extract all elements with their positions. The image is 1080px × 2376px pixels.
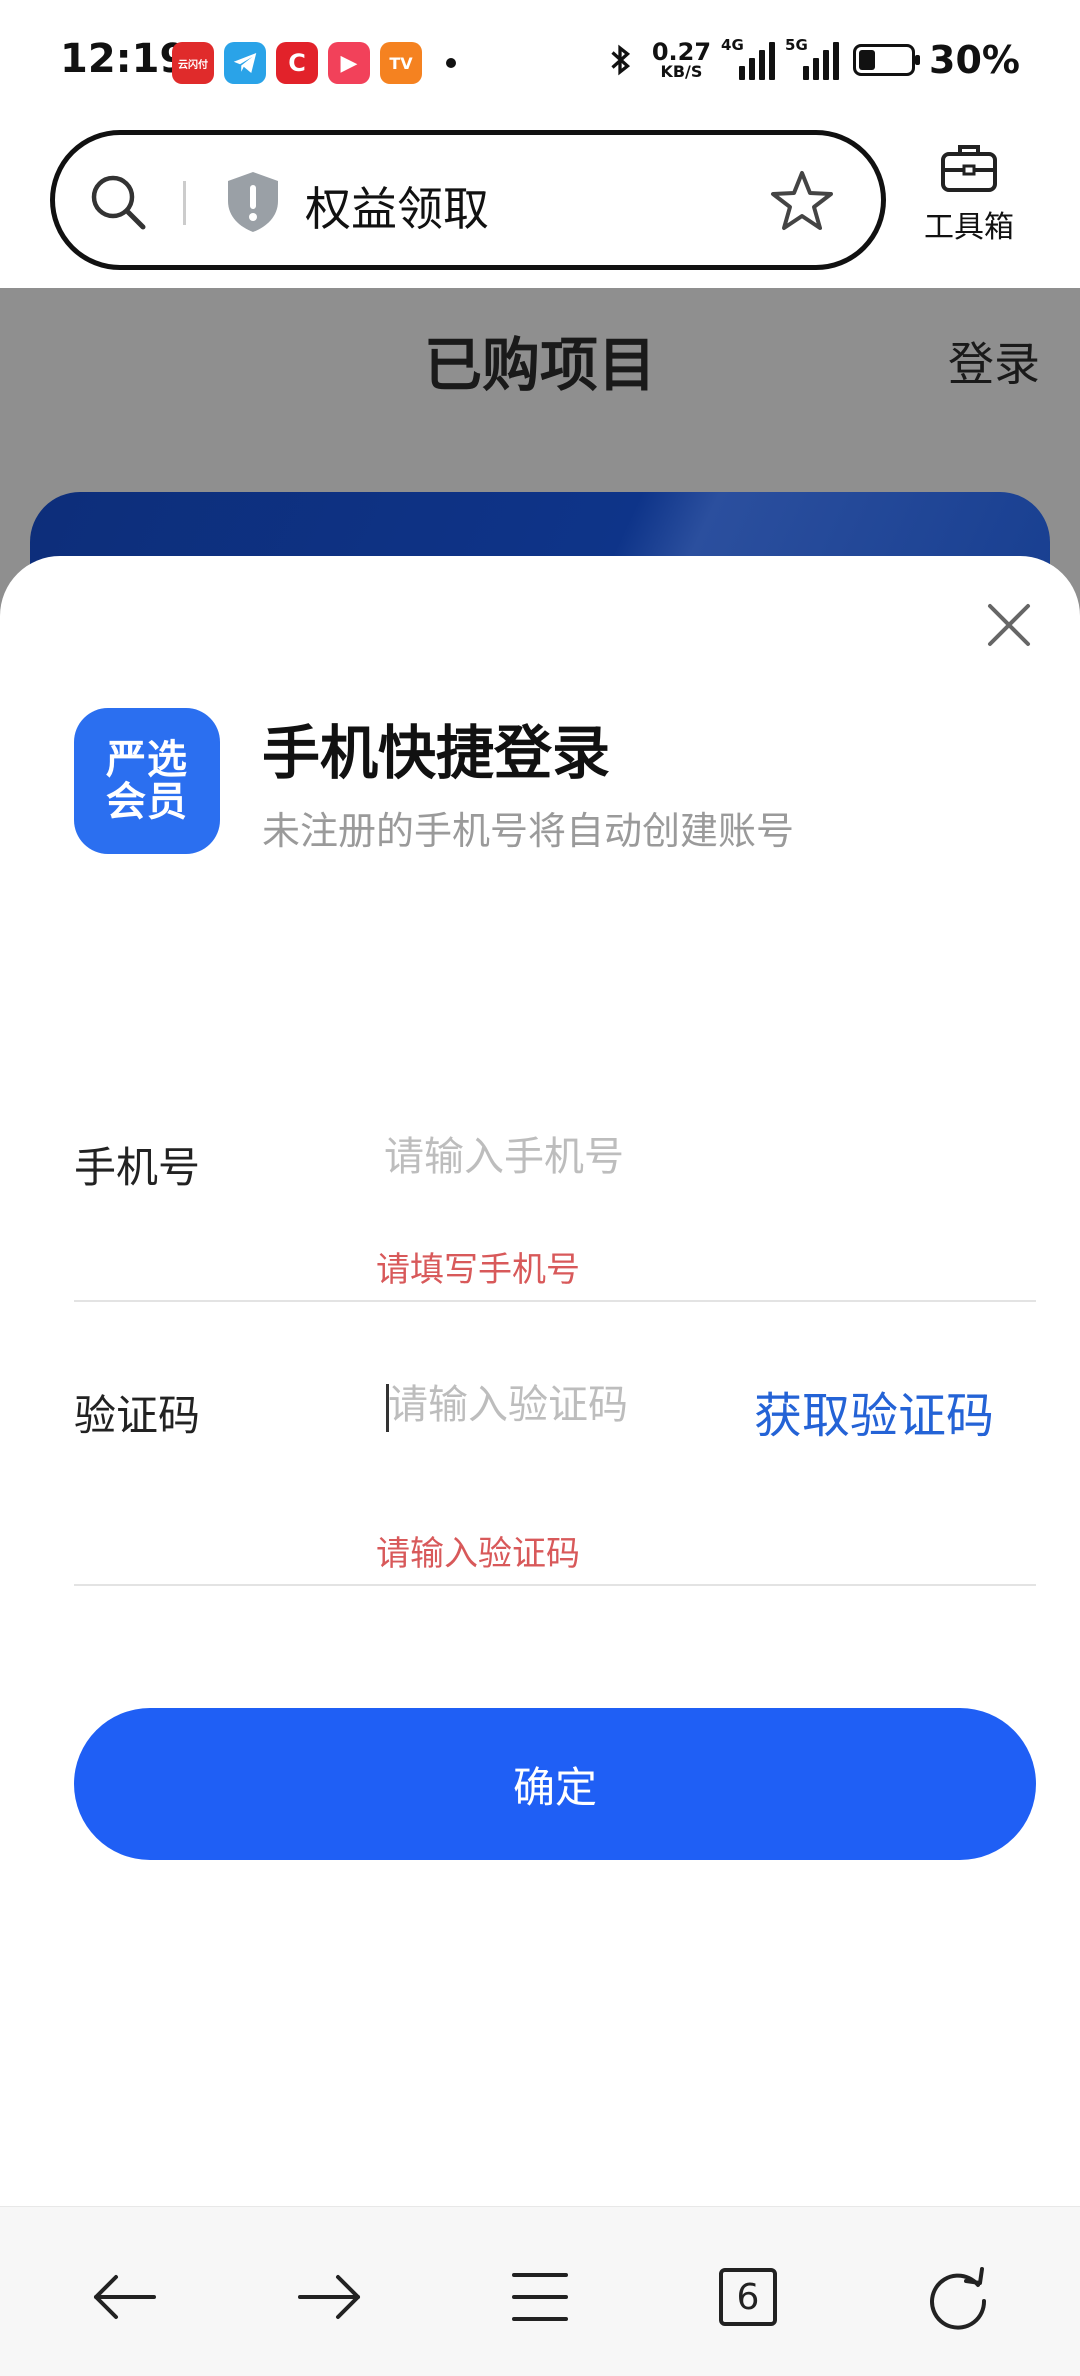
menu-button[interactable] <box>500 2257 580 2337</box>
notification-icons: 云闪付 C ▶ TV <box>172 42 456 84</box>
confirm-button[interactable]: 确定 <box>74 1708 1036 1860</box>
code-error: 请输入验证码 <box>376 1534 580 1574</box>
signal-4g-icon: 4G <box>721 36 776 80</box>
mgtv-app-icon-label: TV <box>389 53 413 73</box>
close-icon[interactable] <box>984 600 1034 650</box>
refresh-button[interactable] <box>918 2257 998 2337</box>
page-login-link[interactable]: 登录 <box>948 328 1040 394</box>
url-divider <box>183 181 186 225</box>
network-speed-unit: KB/S <box>660 62 703 81</box>
code-input[interactable] <box>388 1382 728 1428</box>
status-indicators: 0.27 KB/S 4G 5G 30% <box>602 36 1020 82</box>
code-label: 验证码 <box>74 1391 201 1440</box>
toolbox-label: 工具箱 <box>924 210 1014 245</box>
star-bookmark-icon[interactable] <box>767 167 837 237</box>
menu-icon <box>512 2273 568 2321</box>
shield-warning-icon[interactable] <box>223 169 283 235</box>
search-icon[interactable] <box>87 171 149 233</box>
signal-4g-label: 4G <box>721 36 744 54</box>
toolbox-button[interactable]: 工具箱 <box>914 142 1024 262</box>
c-app-icon: C <box>276 42 318 84</box>
phone-input[interactable] <box>384 1134 724 1180</box>
phone-divider <box>74 1300 1036 1302</box>
tabs-button[interactable]: 6 <box>708 2257 788 2337</box>
network-speed-value: 0.27 <box>651 38 712 66</box>
status-time: 12:19 <box>60 36 188 82</box>
browser-address-bar: 权益领取 工具箱 <box>0 126 1080 288</box>
back-button[interactable] <box>84 2257 164 2337</box>
code-divider <box>74 1584 1036 1586</box>
url-field[interactable]: 权益领取 <box>50 130 886 270</box>
arrow-left-icon <box>94 2275 156 2319</box>
wallet-app-icon: 云闪付 <box>172 42 214 84</box>
forward-button[interactable] <box>290 2257 370 2337</box>
more-notifications-dot <box>446 58 456 68</box>
tab-count: 6 <box>719 2268 777 2326</box>
app-logo: 严选 会员 <box>74 708 220 854</box>
login-bottom-sheet: 严选 会员 手机快捷登录 未注册的手机号将自动创建账号 手机号 请填写手机号 验… <box>0 556 1080 2206</box>
url-title[interactable]: 权益领取 <box>305 173 489 239</box>
network-speed: 0.27 KB/S <box>652 40 711 80</box>
video-app-icon-label: ▶ <box>340 50 358 76</box>
telegram-app-icon <box>224 42 266 84</box>
app-logo-line2: 会员 <box>106 779 188 825</box>
mgtv-app-icon: TV <box>380 42 422 84</box>
arrow-right-icon <box>298 2275 360 2319</box>
c-app-icon-label: C <box>288 49 306 77</box>
signal-5g-icon: 5G <box>785 36 840 80</box>
login-title: 手机快捷登录 <box>262 719 611 787</box>
page-title: 已购项目 <box>423 331 656 399</box>
phone-error: 请填写手机号 <box>376 1250 580 1290</box>
status-bar: 12:19 云闪付 C ▶ TV 0.27 KB/S 4G 5G 30% <box>0 0 1080 126</box>
login-subtitle: 未注册的手机号将自动创建账号 <box>262 809 795 853</box>
refresh-icon <box>930 2267 987 2330</box>
telegram-plane-icon <box>233 53 257 73</box>
phone-label: 手机号 <box>74 1143 201 1192</box>
battery-icon <box>853 44 921 76</box>
battery-percent: 30% <box>929 38 1020 82</box>
video-app-icon: ▶ <box>328 42 370 84</box>
signal-5g-label: 5G <box>785 36 808 54</box>
app-logo-line1: 严选 <box>106 737 188 783</box>
wallet-app-icon-label: 云闪付 <box>178 59 208 71</box>
get-code-button[interactable]: 获取验证码 <box>754 1376 994 1446</box>
toolbox-icon <box>941 145 997 192</box>
bluetooth-icon <box>611 44 630 76</box>
browser-bottom-nav: 6 <box>0 2206 1080 2376</box>
